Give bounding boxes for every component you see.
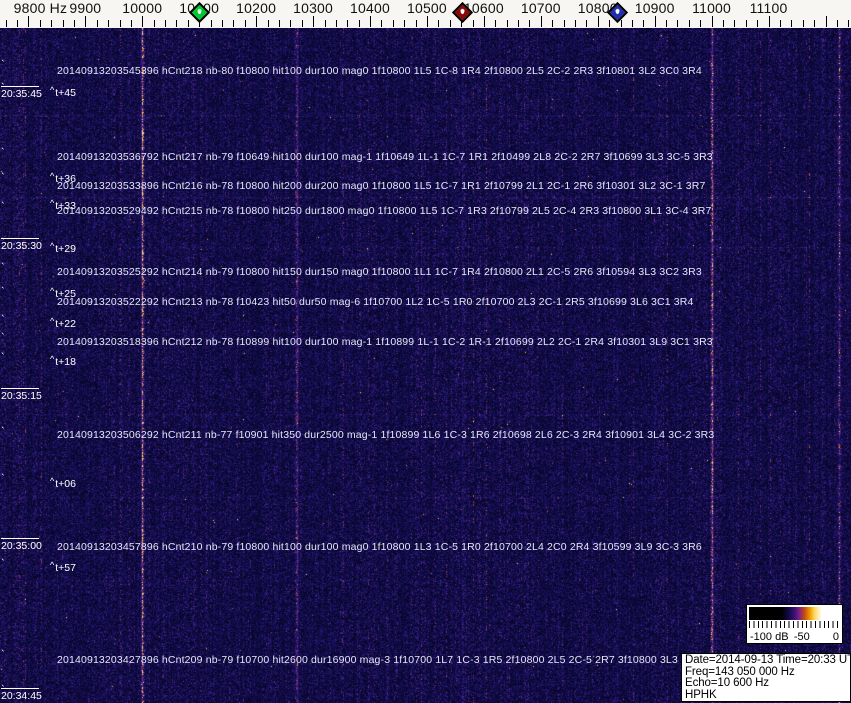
spectrogram-app: 9800 Hz990010000101001020010300104001050…	[0, 0, 851, 703]
ruler-label: 10400	[350, 0, 390, 16]
ruler-tick	[540, 16, 542, 27]
ruler-tick	[825, 16, 827, 27]
ruler-tick	[779, 20, 781, 27]
status-info-box: Date=2014-09-13 Time=20:33 UTC Freq=143 …	[681, 653, 851, 702]
ruler-tick	[370, 16, 371, 27]
ruler-tick	[244, 20, 246, 27]
ruler-tick	[586, 20, 588, 27]
ruler-tick	[335, 20, 337, 27]
ruler-tick	[347, 20, 349, 27]
ruler-tick	[518, 20, 519, 27]
ruler-tick	[62, 20, 64, 27]
ruler-tick	[631, 20, 633, 27]
ruler-label: 9800 Hz	[13, 0, 68, 16]
ruler-label: 10700	[520, 0, 561, 16]
ruler-tick	[654, 16, 656, 27]
ruler-tick	[495, 20, 497, 27]
ruler-tick	[688, 20, 690, 27]
ruler-tick	[745, 20, 747, 27]
ruler-tick	[381, 20, 383, 27]
ruler-label: 10000	[122, 0, 163, 16]
spectrogram-canvas[interactable]	[0, 28, 851, 703]
ruler-label: 10900	[634, 0, 675, 16]
ruler-tick	[643, 20, 645, 27]
ruler-label: 11100	[749, 0, 788, 16]
colorbar-labels: -100 dB -50 0	[749, 630, 840, 643]
ruler-tick	[233, 20, 235, 27]
ruler-tick	[449, 20, 451, 27]
ruler-tick	[768, 16, 770, 27]
db-colorbar: -100 dB -50 0	[746, 604, 843, 644]
ruler-tick	[17, 20, 18, 27]
ruler-tick	[324, 20, 326, 27]
ruler-label: 9900	[69, 0, 102, 16]
ruler-tick	[301, 20, 303, 27]
ruler-tick	[529, 20, 531, 27]
ruler-tick	[666, 20, 668, 27]
ruler-tick	[142, 16, 144, 27]
ruler-tick	[734, 20, 736, 27]
ruler-label: 10200	[236, 0, 277, 16]
ruler-tick	[563, 20, 565, 27]
ruler-tick	[700, 20, 702, 27]
ruler-tick	[757, 20, 759, 27]
ruler-tick	[222, 20, 223, 27]
ruler-tick	[723, 20, 724, 27]
ruler-tick	[802, 20, 804, 27]
colorbar-label-max: 0	[832, 631, 839, 643]
ruler-tick	[119, 20, 121, 27]
ruler-tick	[620, 20, 622, 27]
ruler-tick	[415, 20, 417, 27]
ruler-tick	[552, 20, 554, 27]
ruler-tick	[108, 20, 110, 27]
ruler-tick	[176, 20, 178, 27]
ruler-tick	[73, 20, 75, 27]
info-date-time: Date=2014-09-13 Time=20:33 UTC	[685, 654, 851, 666]
ruler-tick	[814, 20, 816, 27]
ruler-tick	[267, 20, 269, 27]
ruler-tick	[711, 16, 713, 27]
ruler-tick	[404, 20, 406, 27]
ruler-tick	[85, 16, 87, 27]
ruler-label: 10300	[293, 0, 334, 16]
ruler-tick	[5, 20, 7, 27]
ruler-tick	[438, 20, 440, 27]
ruler-tick	[290, 20, 292, 27]
ruler-tick	[130, 20, 132, 27]
ruler-tick	[506, 20, 508, 27]
ruler-tick	[848, 20, 850, 27]
ruler-tick	[210, 20, 212, 27]
ruler-tick	[187, 20, 189, 27]
ruler-tick	[677, 20, 679, 27]
ruler-tick	[96, 20, 98, 27]
ruler-tick	[609, 20, 611, 27]
ruler-tick	[791, 20, 793, 27]
info-callsign: HPHK	[685, 688, 717, 701]
ruler-tick	[358, 20, 360, 27]
frequency-ruler: 9800 Hz990010000101001020010300104001050…	[0, 0, 851, 28]
ruler-tick	[597, 16, 599, 27]
ruler-tick	[575, 20, 576, 27]
ruler-tick	[256, 16, 258, 27]
ruler-tick	[278, 20, 280, 27]
ruler-label: 11000	[692, 0, 732, 16]
colorbar-gradient	[749, 607, 840, 620]
colorbar-ticks	[749, 621, 840, 628]
colorbar-label-mid: -50	[793, 631, 810, 643]
ruler-tick	[472, 20, 474, 27]
ruler-tick	[836, 20, 838, 27]
ruler-tick	[426, 16, 428, 27]
ruler-tick	[51, 20, 53, 27]
ruler-tick	[28, 16, 30, 27]
ruler-tick	[153, 20, 155, 27]
ruler-label: 10500	[406, 0, 447, 16]
ruler-tick	[313, 16, 315, 27]
ruler-tick	[165, 20, 166, 27]
colorbar-label-min: -100 dB	[750, 631, 789, 643]
ruler-tick	[39, 20, 41, 27]
ruler-tick	[392, 20, 394, 27]
ruler-tick	[483, 16, 485, 27]
